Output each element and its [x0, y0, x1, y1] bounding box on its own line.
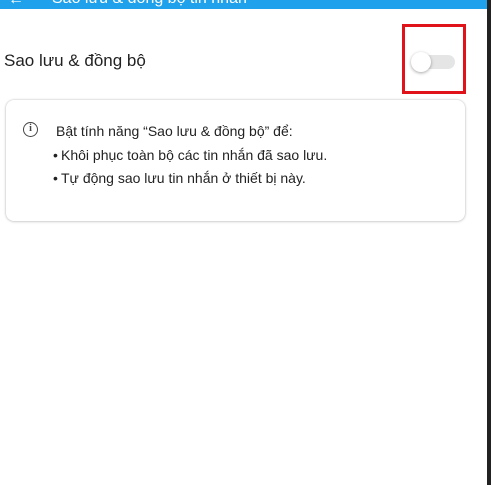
info-icon: i: [23, 122, 38, 137]
info-bullets: • Khôi phục toàn bộ các tin nhắn đã sao l…: [53, 146, 327, 192]
page-title: Sao lưu & đồng bộ tin nhắn: [52, 0, 247, 8]
backup-sync-label: Sao lưu & đồng bộ: [4, 51, 146, 70]
back-arrow-icon[interactable]: ←: [8, 0, 24, 9]
backup-sync-toggle[interactable]: [411, 52, 457, 72]
list-item: • Khôi phục toàn bộ các tin nhắn đã sao l…: [53, 147, 328, 163]
info-intro: Bật tính năng “Sao lưu & đồng bộ” để:: [56, 123, 293, 139]
app-header: ← Sao lưu & đồng bộ tin nhắn: [0, 0, 491, 9]
toggle-knob: [411, 52, 431, 72]
window-edge: [487, 0, 491, 485]
info-card: i Bật tính năng “Sao lưu & đồng bộ” để: …: [6, 100, 465, 221]
bullet-text: Khôi phục toàn bộ các tin nhắn đã sao lư…: [61, 147, 328, 163]
bullet-text: Tự động sao lưu tin nhắn ở thiết bị này.: [61, 170, 306, 186]
list-item: • Tự động sao lưu tin nhắn ở thiết bị này…: [53, 170, 306, 186]
